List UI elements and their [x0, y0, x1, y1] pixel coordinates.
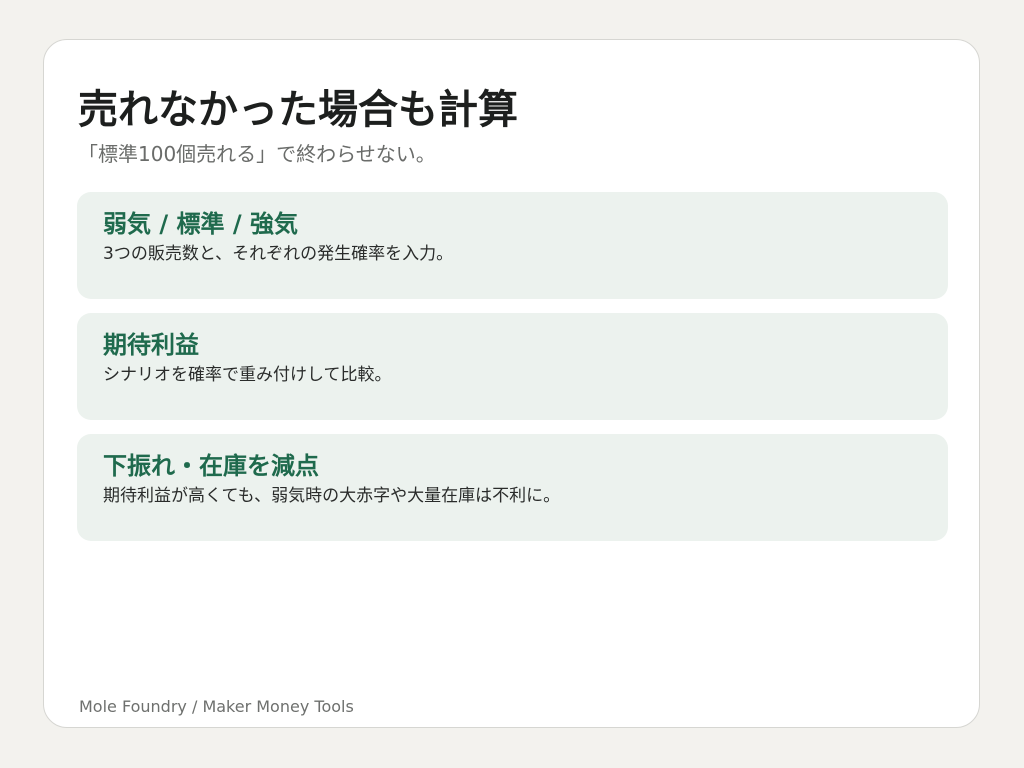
- card-title: 弱気 / 標準 / 強気: [103, 210, 298, 238]
- footer-credit: Mole Foundry / Maker Money Tools: [79, 697, 354, 716]
- card-description: 3つの販売数と、それぞれの発生確率を入力。: [103, 244, 454, 264]
- slide-subtitle: 「標準100個売れる」で終わらせない。: [78, 142, 436, 166]
- card-scenarios: 弱気 / 標準 / 強気 3つの販売数と、それぞれの発生確率を入力。: [77, 192, 948, 299]
- card-downside-penalty: 下振れ・在庫を減点 期待利益が高くても、弱気時の大赤字や大量在庫は不利に。: [77, 434, 948, 541]
- card-description: 期待利益が高くても、弱気時の大赤字や大量在庫は不利に。: [103, 486, 561, 506]
- slide-panel: 売れなかった場合も計算 「標準100個売れる」で終わらせない。 弱気 / 標準 …: [43, 39, 980, 728]
- card-title: 下振れ・在庫を減点: [103, 452, 319, 480]
- slide-title: 売れなかった場合も計算: [78, 87, 518, 133]
- card-title: 期待利益: [103, 331, 199, 359]
- card-description: シナリオを確率で重み付けして比較。: [103, 365, 392, 385]
- card-expected-profit: 期待利益 シナリオを確率で重み付けして比較。: [77, 313, 948, 420]
